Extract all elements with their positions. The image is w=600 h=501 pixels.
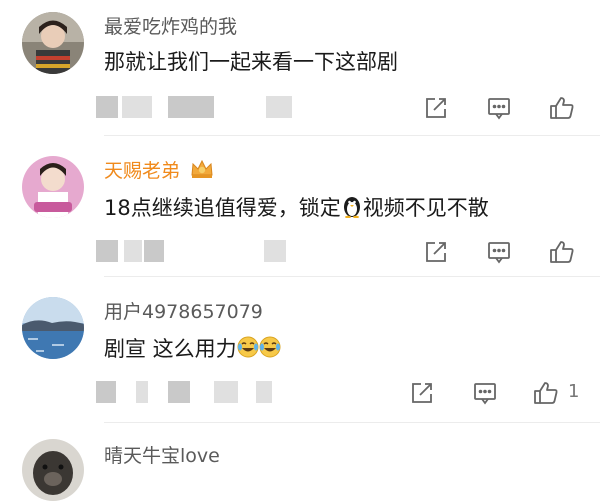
like-icon[interactable] xyxy=(548,94,576,122)
comment-item: 天赐老弟 18点继续追值得爱，锁定 视频不见不散 xyxy=(0,136,600,276)
blurred-meta xyxy=(96,381,296,403)
like-icon[interactable] xyxy=(548,238,576,266)
comment-item: 晴天牛宝love xyxy=(0,423,600,501)
username[interactable]: 最爱吃炸鸡的我 xyxy=(104,12,237,39)
blurred-meta xyxy=(96,96,296,118)
like-icon[interactable] xyxy=(532,379,560,407)
avatar[interactable] xyxy=(22,156,84,218)
comment-item: 用户4978657079 剧宣 这么用力 1 xyxy=(0,277,600,422)
comment-icon[interactable] xyxy=(485,94,513,122)
avatar[interactable] xyxy=(22,12,84,74)
crown-badge-icon xyxy=(190,159,214,184)
action-bar xyxy=(420,94,600,122)
comment-text-part: 剧宣 这么用力 xyxy=(104,337,237,361)
share-icon[interactable] xyxy=(422,94,450,122)
blurred-meta xyxy=(96,240,296,262)
action-bar xyxy=(420,238,600,266)
share-icon[interactable] xyxy=(422,238,450,266)
like-count: 1 xyxy=(568,381,580,402)
avatar[interactable] xyxy=(22,297,84,359)
comment-icon[interactable] xyxy=(471,379,499,407)
username[interactable]: 用户4978657079 xyxy=(104,297,263,324)
comment-text-part: 视频不见不散 xyxy=(362,196,489,220)
comment-text-part: 18点继续追值得爱，锁定 xyxy=(104,196,341,220)
comment-item: 最爱吃炸鸡的我 那就让我们一起来看一下这部剧 xyxy=(0,0,600,135)
share-icon[interactable] xyxy=(408,379,436,407)
comment-text: 那就让我们一起来看一下这部剧 xyxy=(104,50,398,74)
penguin-icon xyxy=(341,194,363,223)
username[interactable]: 晴天牛宝love xyxy=(104,441,220,468)
action-bar: 1 xyxy=(406,379,600,407)
comment-text: 18点继续追值得爱，锁定 视频不见不散 xyxy=(104,192,489,223)
comment-text: 剧宣 这么用力 xyxy=(104,333,281,364)
comment-icon[interactable] xyxy=(485,238,513,266)
username-label: 天赐老弟 xyxy=(104,160,181,182)
username[interactable]: 天赐老弟 xyxy=(104,156,214,184)
laughing-crying-emoji xyxy=(237,335,281,364)
avatar[interactable] xyxy=(22,439,84,501)
